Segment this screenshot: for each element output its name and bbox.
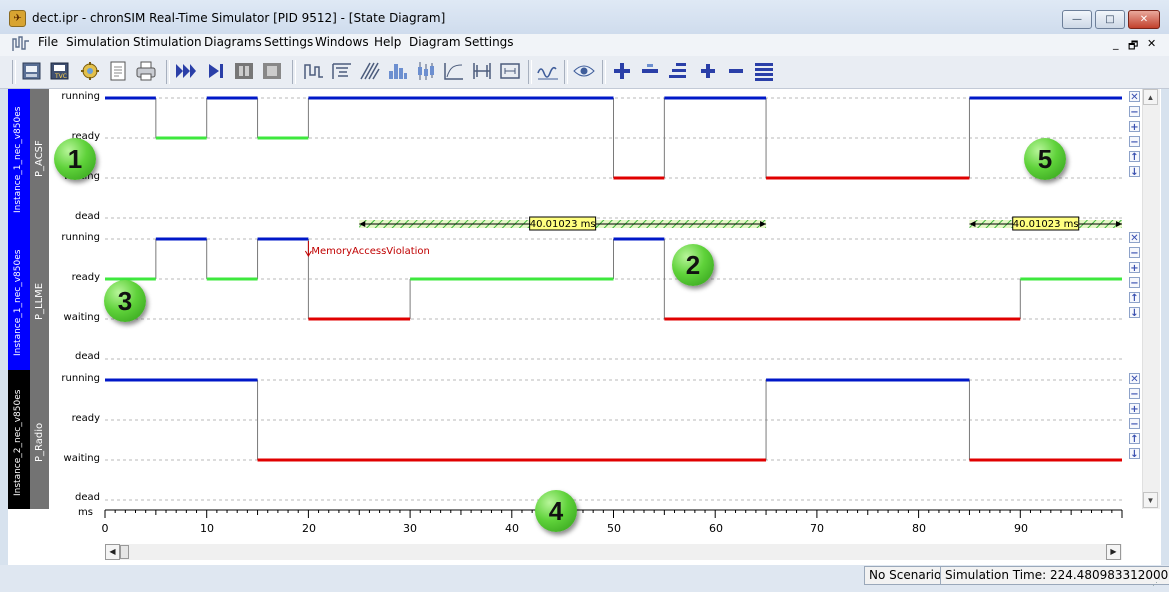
lane-close-button[interactable]: ✕ bbox=[1129, 232, 1140, 244]
lane-move-up-button[interactable]: ↑ bbox=[1129, 292, 1140, 304]
scroll-down-button[interactable]: ▼ bbox=[1143, 492, 1158, 508]
x-tick-label: 0 bbox=[101, 522, 109, 535]
time-unit-label: ms bbox=[78, 507, 93, 518]
lane-zoom-in-button[interactable]: + bbox=[1129, 262, 1140, 274]
callout-badge: 1 bbox=[54, 138, 96, 180]
x-tick-label: 50 bbox=[607, 522, 621, 535]
x-tick-label: 70 bbox=[810, 522, 824, 535]
lane-move-down-button[interactable]: ↓ bbox=[1129, 166, 1140, 178]
lane-close-button[interactable]: ✕ bbox=[1129, 91, 1140, 103]
callout-badge: 5 bbox=[1024, 138, 1066, 180]
horizontal-scrollbar[interactable] bbox=[105, 544, 1122, 560]
vertical-scrollbar[interactable] bbox=[1142, 89, 1160, 509]
x-tick-label: 90 bbox=[1014, 522, 1028, 535]
app-window: ✈ dect.ipr - chronSIM Real-Time Simulato… bbox=[0, 0, 1169, 592]
lane-collapse-button[interactable]: − bbox=[1129, 106, 1140, 118]
x-tick-label: 80 bbox=[912, 522, 926, 535]
state-plot[interactable]: 40.01023 ms 40.01023 ms MemoryAccessViolat… bbox=[0, 0, 1169, 592]
lane-zoom-in-button[interactable]: + bbox=[1129, 403, 1140, 415]
lane-move-down-button[interactable]: ↓ bbox=[1129, 448, 1140, 460]
callout-badge: 4 bbox=[535, 490, 577, 532]
scroll-left-button[interactable]: ◀ bbox=[105, 544, 120, 560]
x-tick-label: 40 bbox=[505, 522, 519, 535]
x-tick-label: 10 bbox=[200, 522, 214, 535]
resize-grip-icon[interactable]: ⋰ bbox=[1152, 577, 1164, 589]
lane-collapse-button[interactable]: − bbox=[1129, 247, 1140, 259]
horizontal-scroll-thumb[interactable] bbox=[120, 545, 129, 559]
lane-move-up-button[interactable]: ↑ bbox=[1129, 151, 1140, 163]
callout-badge: 3 bbox=[104, 280, 146, 322]
scroll-up-button[interactable]: ▲ bbox=[1143, 89, 1158, 105]
lane-zoom-out-button[interactable]: − bbox=[1129, 418, 1140, 430]
scroll-right-button[interactable]: ▶ bbox=[1106, 544, 1121, 560]
lane-zoom-out-button[interactable]: − bbox=[1129, 277, 1140, 289]
lane-zoom-in-button[interactable]: + bbox=[1129, 121, 1140, 133]
x-tick-label: 20 bbox=[302, 522, 316, 535]
lane-move-up-button[interactable]: ↑ bbox=[1129, 433, 1140, 445]
x-tick-label: 30 bbox=[403, 522, 417, 535]
measure-label: 40.01023 ms bbox=[1013, 219, 1079, 230]
lane-zoom-out-button[interactable]: − bbox=[1129, 136, 1140, 148]
lane-close-button[interactable]: ✕ bbox=[1129, 373, 1140, 385]
measure-label: 40.01023 ms bbox=[530, 219, 596, 230]
callout-badge: 2 bbox=[672, 244, 714, 286]
simulation-time-status: Simulation Time: 224.480983312000 s bbox=[940, 566, 1169, 585]
lane-move-down-button[interactable]: ↓ bbox=[1129, 307, 1140, 319]
lane-collapse-button[interactable]: − bbox=[1129, 388, 1140, 400]
x-tick-label: 60 bbox=[709, 522, 723, 535]
scenario-status: No Scenario bbox=[864, 566, 947, 585]
event-label: MemoryAccessViolation bbox=[311, 246, 429, 257]
